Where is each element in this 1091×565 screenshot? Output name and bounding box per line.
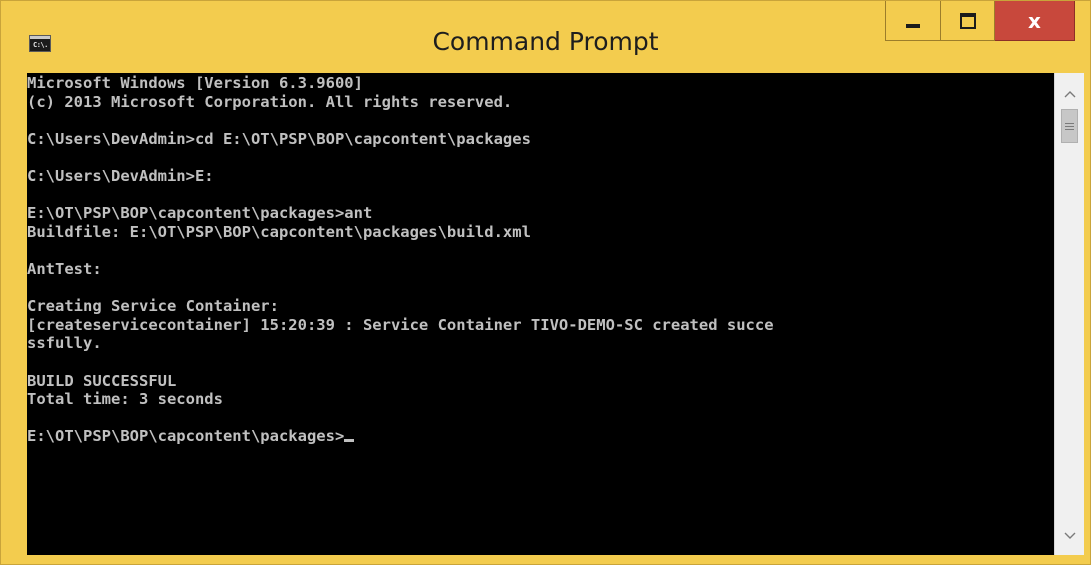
scroll-down-button[interactable] <box>1055 523 1084 549</box>
console-line: ssfully. <box>27 334 102 353</box>
console-line: Total time: 3 seconds <box>27 390 223 409</box>
scroll-up-arrow-icon <box>1064 91 1075 98</box>
console-line: Buildfile: E:\OT\PSP\BOP\capcontent\pack… <box>27 222 531 241</box>
console-line: AntTest: <box>27 259 102 278</box>
console-line: Creating Service Container: <box>27 297 279 316</box>
console-output: Microsoft Windows [Version 6.3.9600] (c)… <box>27 74 774 446</box>
caption-buttons: x <box>885 1 1075 41</box>
maximize-icon <box>959 12 976 29</box>
console-line: (c) 2013 Microsoft Corporation. All righ… <box>27 92 513 111</box>
maximize-button[interactable] <box>940 1 995 41</box>
console-line: C:\Users\DevAdmin>E: <box>27 166 214 185</box>
console-line: [createservicecontainer] 15:20:39 : Serv… <box>27 315 774 334</box>
title-bar[interactable]: C:\. Command Prompt x <box>1 1 1090 73</box>
console-line: C:\Users\DevAdmin>cd E:\OT\PSP\BOP\capco… <box>27 129 531 148</box>
console-line: BUILD SUCCESSFUL <box>27 371 177 390</box>
scroll-down-arrow-icon <box>1064 532 1075 539</box>
console-output-area[interactable]: Microsoft Windows [Version 6.3.9600] (c)… <box>27 73 1054 555</box>
minimize-button[interactable] <box>885 1 940 41</box>
close-icon: x <box>1028 8 1041 33</box>
scrollbar-thumb[interactable] <box>1061 109 1078 143</box>
scroll-up-button[interactable] <box>1055 81 1084 107</box>
vertical-scrollbar[interactable] <box>1054 73 1084 555</box>
console-line: Microsoft Windows [Version 6.3.9600] <box>27 74 363 92</box>
console-line: E:\OT\PSP\BOP\capcontent\packages>ant <box>27 204 373 223</box>
console-prompt-line: E:\OT\PSP\BOP\capcontent\packages> <box>27 427 345 446</box>
text-cursor <box>344 439 355 443</box>
command-prompt-window: C:\. Command Prompt x Microsoft Windows … <box>0 0 1091 565</box>
minimize-icon <box>906 23 920 28</box>
grip-icon <box>1065 122 1074 130</box>
close-button[interactable]: x <box>995 1 1075 41</box>
